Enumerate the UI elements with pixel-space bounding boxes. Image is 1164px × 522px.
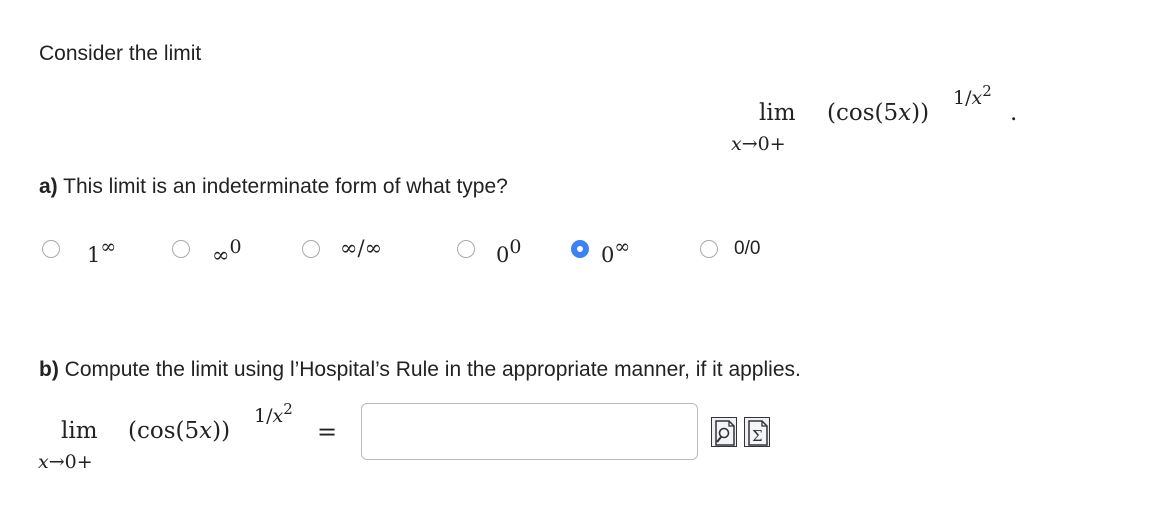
lim-subscript-arrow: →0+ — [741, 133, 786, 155]
exp-var: x — [971, 87, 983, 109]
lim-subscript: x→0+ — [731, 133, 786, 155]
lim-subscript: x→0+ — [38, 451, 93, 473]
preview-icon — [715, 420, 735, 446]
part-b-label: b) — [39, 358, 59, 381]
radio-label: 0/0 — [734, 238, 761, 259]
part-a-question-text: This limit is an indeterminate form of w… — [63, 175, 508, 198]
exp-pow: 2 — [982, 82, 992, 100]
lim-word: lim — [61, 418, 98, 444]
exp-pow: 2 — [283, 400, 293, 418]
expr-close: )) — [212, 418, 231, 444]
limit-exponent: 1/x2 — [254, 400, 293, 427]
intro-text: Consider the limit — [39, 42, 202, 65]
limit-display: lim x→0+ (cos(5x)) 1/x2 . — [731, 78, 1051, 168]
radio-label: 0∞ — [601, 236, 631, 267]
part-a-question: a) This limit is an indeterminate form o… — [39, 175, 508, 199]
expr-open: (cos(5 — [827, 100, 899, 126]
expr-close: )) — [911, 100, 930, 126]
lim-subscript-var: x — [731, 133, 742, 155]
radio-label: 00 — [496, 236, 522, 267]
equation-editor-icon: Σ — [748, 420, 768, 446]
expr-var: x — [898, 100, 912, 126]
expr-open: (cos(5 — [128, 418, 200, 444]
expr-var: x — [199, 418, 213, 444]
radio-circle[interactable] — [700, 240, 718, 258]
preview-button[interactable] — [711, 417, 737, 447]
radio-label: 1∞ — [87, 236, 117, 267]
radio-option-1-inf[interactable]: 1∞ — [42, 236, 152, 267]
radio-label: ∞/∞ — [340, 236, 383, 260]
equals-sign: = — [317, 418, 338, 446]
radio-option-0-inf[interactable]: 0∞ — [571, 236, 671, 267]
sigma-glyph: Σ — [752, 427, 763, 445]
exp-num: 1/ — [953, 87, 972, 109]
part-b-question-text: Compute the limit using l’Hospital’s Rul… — [64, 358, 801, 381]
lim-word: lim — [759, 100, 796, 126]
part-a-label: a) — [39, 175, 58, 198]
limit-expression: (cos(5x)) — [827, 100, 929, 126]
limit-display-answer: lim x→0+ (cos(5x)) 1/x2 — [38, 396, 358, 486]
exp-var: x — [272, 405, 284, 427]
limit-expression: (cos(5x)) — [128, 418, 230, 444]
lim-subscript-arrow: →0+ — [48, 451, 93, 473]
radio-option-0-0[interactable]: 00 — [457, 236, 547, 267]
radio-option-0-over-0[interactable]: 0/0 — [700, 236, 780, 266]
limit-period: . — [1010, 100, 1018, 126]
radio-circle[interactable] — [302, 240, 320, 258]
answer-input[interactable] — [361, 403, 698, 460]
radio-circle[interactable] — [457, 240, 475, 258]
lim-subscript-var: x — [38, 451, 49, 473]
radio-circle[interactable] — [42, 240, 60, 258]
radio-circle[interactable] — [172, 240, 190, 258]
limit-exponent: 1/x2 — [953, 82, 992, 109]
equation-editor-button[interactable]: Σ — [744, 417, 770, 447]
part-b-question: b) Compute the limit using l’Hospital’s … — [39, 358, 801, 382]
exp-num: 1/ — [254, 405, 273, 427]
radio-option-inf-0[interactable]: ∞0 — [172, 236, 272, 267]
radio-label: ∞0 — [212, 236, 242, 267]
radio-option-inf-over-inf[interactable]: ∞/∞ — [302, 236, 432, 266]
radio-circle-selected[interactable] — [571, 240, 589, 258]
